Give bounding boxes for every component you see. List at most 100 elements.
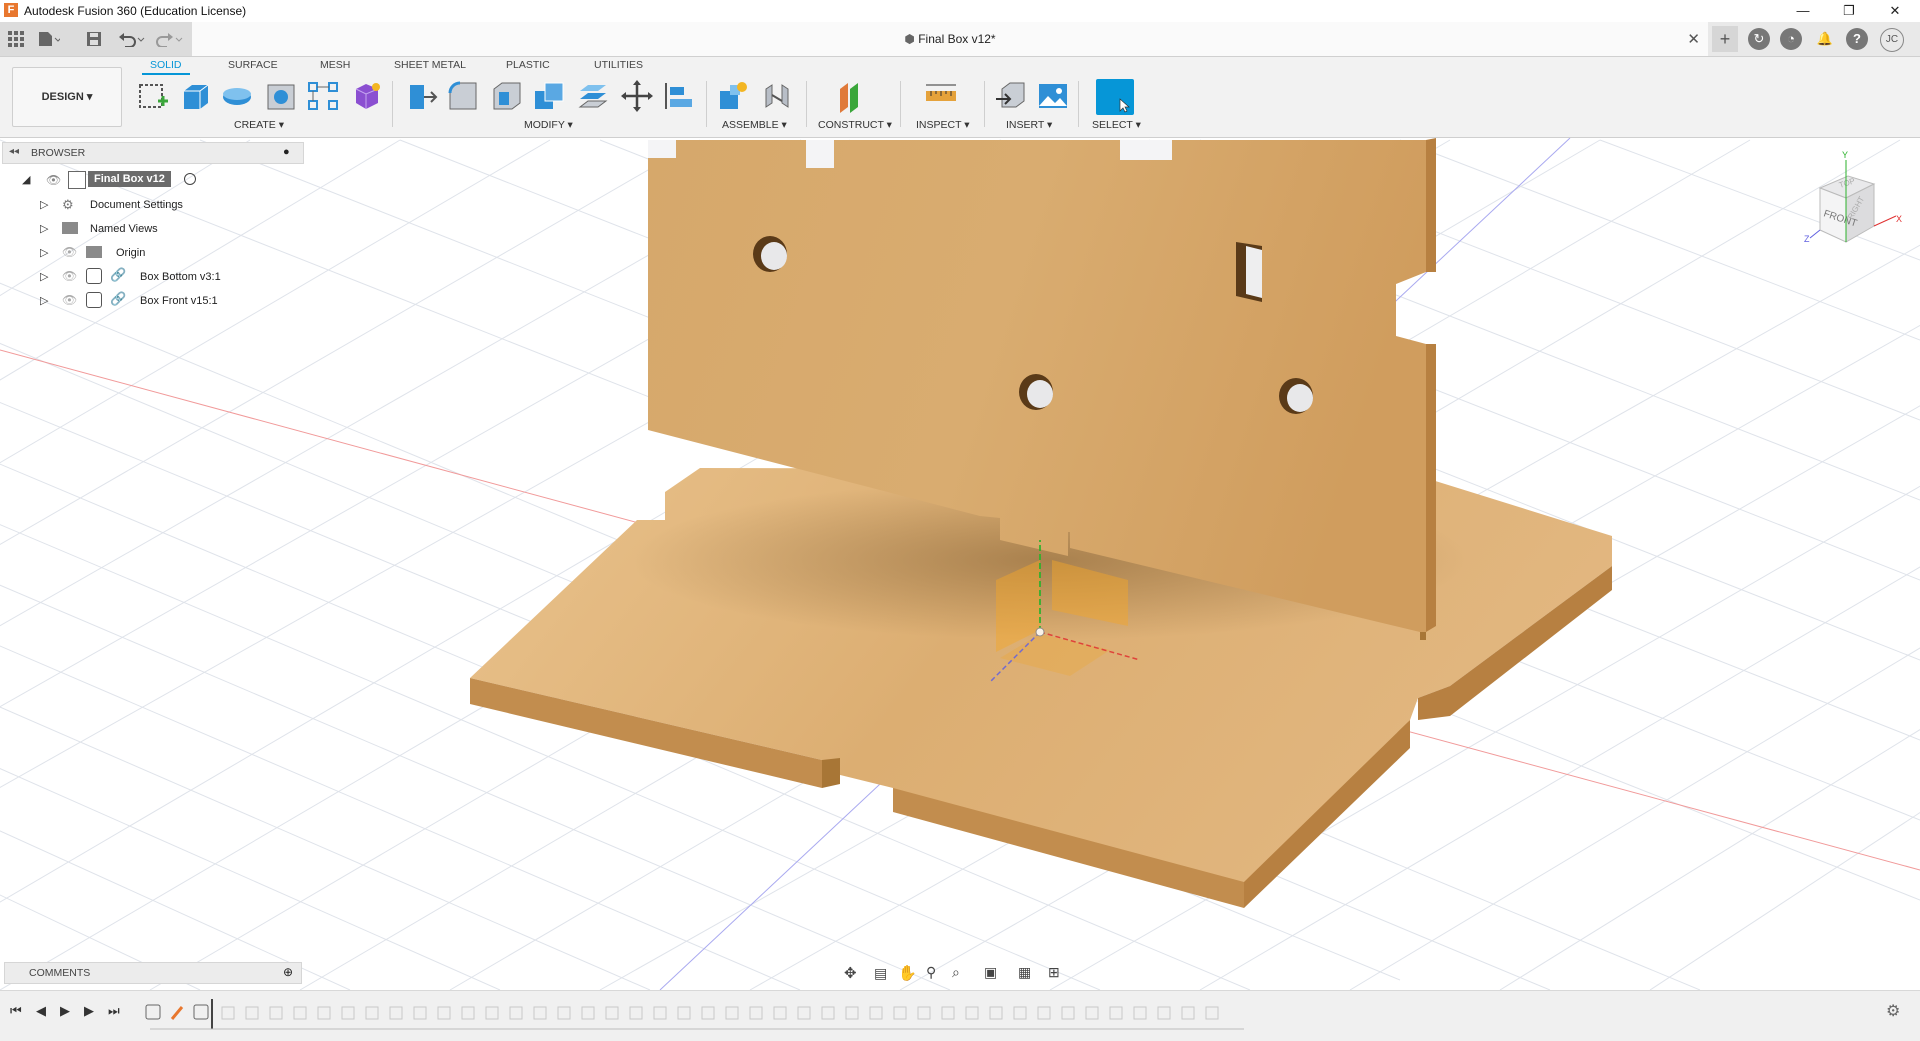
extrude-icon[interactable] (178, 79, 212, 113)
select-menu[interactable]: SELECT ▾ (1092, 119, 1141, 131)
restore-button[interactable]: ❐ (1826, 0, 1872, 22)
tab-surface[interactable]: SURFACE (228, 59, 278, 71)
fit-icon[interactable]: ⌕ (952, 964, 960, 981)
modify-menu[interactable]: MODIFY ▾ (524, 119, 573, 131)
assemble-menu[interactable]: ASSEMBLE ▾ (722, 119, 787, 131)
separator (392, 81, 393, 127)
tab-solid[interactable]: SOLID (142, 59, 189, 75)
offset-face-icon[interactable] (576, 79, 610, 113)
browser-root-row[interactable]: ◢ 👁 Final Box v12 (2, 169, 302, 193)
insert-menu[interactable]: INSERT ▾ (1006, 119, 1052, 131)
expand-triangle-icon[interactable]: ▷ (40, 246, 48, 259)
tab-sheet-metal[interactable]: SHEET METAL (394, 59, 466, 71)
add-comment-icon[interactable]: ⊕ (283, 965, 293, 979)
job-status-icon[interactable]: ◔ (1780, 28, 1802, 50)
close-tab-icon[interactable]: ✕ (1687, 30, 1700, 48)
tab-mesh[interactable]: MESH (320, 59, 350, 71)
cursor-arrow-icon (1119, 98, 1130, 113)
close-window-button[interactable]: ✕ (1872, 0, 1918, 22)
play-icon[interactable]: ▶ (60, 1003, 70, 1019)
tab-utilities[interactable]: UTILITIES (594, 59, 643, 71)
notifications-bell-icon[interactable]: 🔔 (1814, 28, 1836, 50)
timeline-feature-icon (145, 1004, 161, 1020)
redo-icon[interactable] (156, 31, 184, 47)
document-tab[interactable]: ⬢ Final Box v12* ✕ (192, 22, 1708, 56)
move-copy-icon[interactable] (620, 79, 654, 113)
construct-menu[interactable]: CONSTRUCT ▾ (818, 119, 892, 131)
zoom-icon[interactable]: ⚲ (926, 964, 936, 981)
user-avatar[interactable]: JC (1880, 28, 1904, 52)
create-form-icon[interactable] (350, 79, 384, 113)
visibility-eye-icon[interactable]: 👁 (62, 269, 77, 283)
browser-pin-icon[interactable]: ● (283, 146, 290, 158)
collapse-browser-icon[interactable]: ◂◂ (9, 146, 19, 157)
undo-icon[interactable] (118, 31, 146, 47)
step-back-icon[interactable]: ◀ (36, 1003, 46, 1019)
offset-plane-icon[interactable] (834, 79, 868, 113)
expanded-triangle-icon[interactable]: ◢ (22, 173, 30, 186)
create-sketch-icon[interactable] (136, 79, 170, 113)
root-component-label[interactable]: Final Box v12 (88, 171, 171, 187)
expand-triangle-icon[interactable]: ▷ (40, 294, 48, 307)
press-pull-icon[interactable] (404, 79, 438, 113)
visibility-eye-icon[interactable]: 👁 (46, 173, 61, 187)
minimize-button[interactable]: — (1780, 0, 1826, 22)
workspace-switcher-button[interactable]: DESIGN ▾ (12, 67, 122, 127)
browser-item[interactable]: ▷ 👁 🔗 Box Front v15:1 (2, 289, 302, 313)
help-icon[interactable]: ? (1846, 28, 1868, 50)
folder-icon (62, 222, 78, 234)
expand-triangle-icon[interactable]: ▷ (40, 198, 48, 211)
separator (706, 81, 707, 127)
combine-icon[interactable] (532, 79, 566, 113)
link-icon: 🔗 (110, 267, 127, 282)
insert-derive-icon[interactable] (994, 79, 1028, 113)
shell-icon[interactable] (490, 79, 524, 113)
viewports-icon[interactable]: ⊞ (1048, 964, 1060, 981)
new-component-icon[interactable] (716, 79, 750, 113)
document-icon (68, 171, 86, 189)
activate-radio-icon[interactable] (184, 173, 196, 185)
fusion-app-icon: F (4, 3, 18, 17)
browser-header: ◂◂ BROWSER ● (2, 142, 304, 164)
measure-icon[interactable] (924, 79, 958, 113)
hole-icon[interactable] (264, 79, 298, 113)
browser-item[interactable]: ▷ ⚙ Document Settings (2, 193, 302, 217)
browser-item[interactable]: ▷ Named Views (2, 217, 302, 241)
timeline-settings-gear-icon[interactable]: ⚙ (1886, 1001, 1900, 1021)
look-at-icon[interactable]: ▤ (874, 965, 887, 982)
comments-panel[interactable]: COMMENTS ⊕ (4, 962, 302, 984)
file-menu-icon[interactable] (38, 31, 60, 47)
align-icon[interactable] (662, 79, 696, 113)
pan-hand-icon[interactable]: ✋ (898, 964, 917, 982)
browser-item[interactable]: ▷ 👁 🔗 Box Bottom v3:1 (2, 265, 302, 289)
browser-item-label: Box Bottom v3:1 (140, 271, 221, 283)
save-icon[interactable] (86, 31, 102, 47)
document-title: ⬢ Final Box v12* (192, 32, 1708, 46)
inspect-menu[interactable]: INSPECT ▾ (916, 119, 970, 131)
go-to-start-icon[interactable]: ⏮ (10, 1003, 22, 1019)
app-grid-icon[interactable] (8, 31, 24, 47)
rectangular-pattern-icon[interactable] (306, 79, 340, 113)
fillet-icon[interactable] (446, 79, 480, 113)
new-tab-plus-icon[interactable]: + (1712, 26, 1738, 52)
revolve-icon[interactable] (220, 79, 254, 113)
visibility-eye-icon[interactable]: 👁 (62, 293, 77, 307)
gear-icon: ⚙ (62, 197, 74, 212)
axis-z-label: Z (1804, 234, 1810, 244)
timeline-features[interactable] (144, 997, 1248, 1031)
visibility-eye-icon[interactable]: 👁 (62, 245, 77, 259)
select-tool-button[interactable] (1096, 79, 1134, 115)
step-forward-icon[interactable]: ▶ (84, 1003, 94, 1019)
orbit-icon[interactable]: ✥ (844, 964, 857, 982)
tab-plastic[interactable]: PLASTIC (506, 59, 550, 71)
browser-item[interactable]: ▷ 👁 Origin (2, 241, 302, 265)
expand-triangle-icon[interactable]: ▷ (40, 222, 48, 235)
data-panel-icon[interactable]: ↻ (1748, 28, 1770, 50)
create-menu[interactable]: CREATE ▾ (234, 119, 284, 131)
expand-triangle-icon[interactable]: ▷ (40, 270, 48, 283)
joint-icon[interactable] (760, 79, 794, 113)
insert-canvas-icon[interactable] (1036, 79, 1070, 113)
go-to-end-icon[interactable]: ⏭ (108, 1003, 120, 1019)
grid-settings-icon[interactable]: ▦ (1018, 964, 1031, 981)
display-settings-icon[interactable]: ▣ (984, 964, 997, 981)
